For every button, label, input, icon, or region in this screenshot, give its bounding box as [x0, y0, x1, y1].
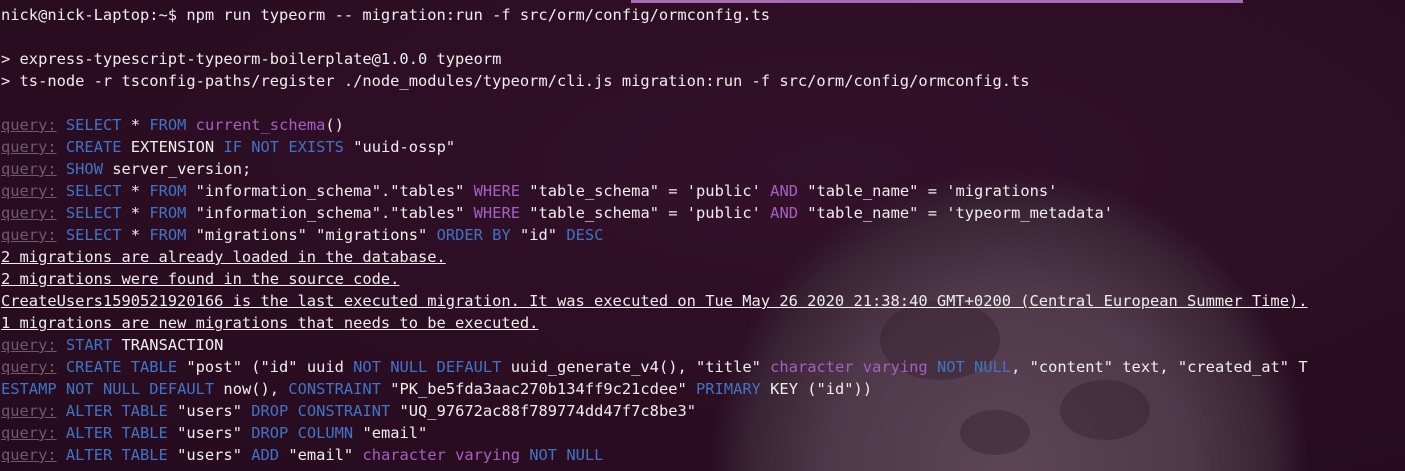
query-label: query:: [1, 116, 57, 134]
query-line: query: SHOW server_version;: [1, 160, 252, 178]
query-label: query:: [1, 358, 57, 376]
query-label: query:: [1, 138, 57, 156]
info-line: CreateUsers1590521920166 is the last exe…: [1, 292, 1308, 310]
query-line: query: START TRANSACTION: [1, 336, 224, 354]
query-line: query: SELECT * FROM "migrations" "migra…: [1, 226, 604, 244]
prompt-line: nick@nick-Laptop:~$ npm run typeorm -- m…: [1, 6, 771, 24]
query-label: query:: [1, 182, 57, 200]
query-label: query:: [1, 424, 57, 442]
npm-script-line: > express-typescript-typeorm-boilerplate…: [1, 50, 502, 68]
query-line: query: SELECT * FROM "information_schema…: [1, 182, 1058, 200]
query-line: query: CREATE EXTENSION IF NOT EXISTS "u…: [1, 138, 456, 156]
query-label: query:: [1, 446, 57, 464]
query-label: query:: [1, 402, 57, 420]
query-line: query: ALTER TABLE "users" ADD "email" c…: [1, 446, 604, 464]
terminal-output[interactable]: nick@nick-Laptop:~$ npm run typeorm -- m…: [1, 4, 1405, 466]
query-line: query: CREATE TABLE "post" ("id" uuid NO…: [1, 358, 1308, 376]
info-line: 1 migrations are new migrations that nee…: [1, 314, 539, 332]
query-line: query: ALTER TABLE "users" DROP COLUMN "…: [1, 424, 428, 442]
query-label: query:: [1, 226, 57, 244]
info-line: 2 migrations are already loaded in the d…: [1, 248, 446, 266]
npm-command-line: > ts-node -r tsconfig-paths/register ./n…: [1, 72, 1030, 90]
query-line: query: SELECT * FROM current_schema(): [1, 116, 344, 134]
query-line: query: ALTER TABLE "users" DROP CONSTRAI…: [1, 402, 697, 420]
info-line: 2 migrations were found in the source co…: [1, 270, 400, 288]
query-label: query:: [1, 160, 57, 178]
selection-accent-bar: [631, 0, 1243, 3]
query-label: query:: [1, 204, 57, 222]
query-line-wrap: ESTAMP NOT NULL DEFAULT now(), CONSTRAIN…: [1, 380, 873, 398]
query-label: query:: [1, 336, 57, 354]
terminal-window[interactable]: nick@nick-Laptop:~$ npm run typeorm -- m…: [0, 0, 1405, 471]
query-line: query: SELECT * FROM "information_schema…: [1, 204, 1114, 222]
